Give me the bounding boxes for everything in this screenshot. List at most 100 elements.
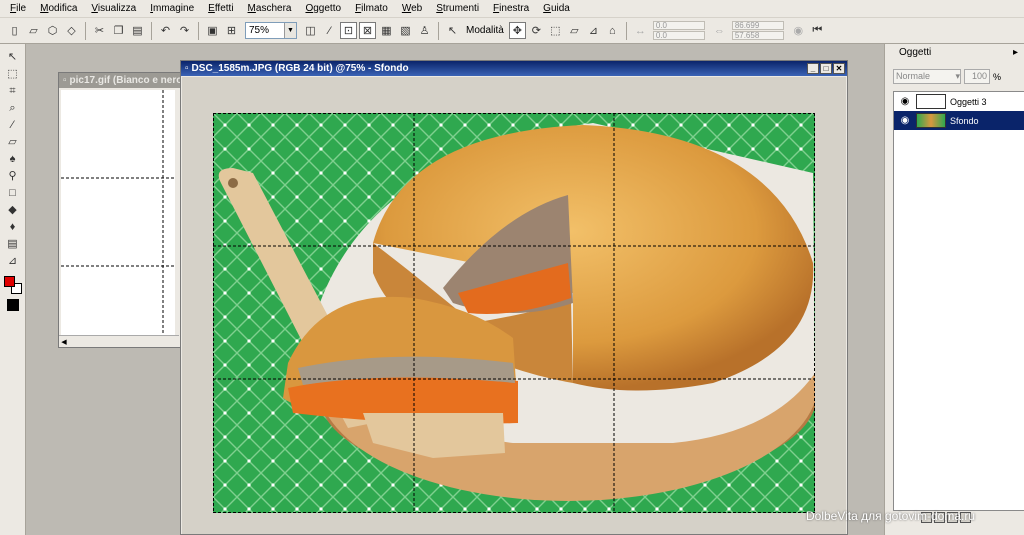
layer-list: ◉ Oggetti 3 ◉ Sfondo: [893, 91, 1024, 511]
size-icon: ⇔: [713, 24, 725, 37]
window-title: pic17.gif (Bianco e nero: [69, 75, 181, 86]
menu-web[interactable]: Web: [396, 0, 430, 18]
panel-menu-icon[interactable]: ▸: [1013, 47, 1018, 58]
eye-icon[interactable]: ◉: [894, 115, 916, 126]
chevron-down-icon[interactable]: ▼: [284, 23, 296, 38]
rect-select-icon[interactable]: ⬚: [4, 67, 22, 82]
shape-icon[interactable]: □: [4, 186, 22, 201]
height-field[interactable]: 57.658: [731, 31, 784, 40]
menu-modifica[interactable]: Modifica: [34, 0, 85, 18]
x-position-field[interactable]: 0.0: [652, 21, 705, 30]
window-title-bar[interactable]: ▫ DSC_1585m.JPG (RGB 24 bit) @75% - Sfon…: [181, 61, 847, 76]
mask-off-icon[interactable]: ▧: [397, 22, 414, 39]
minimize-icon[interactable]: _: [807, 63, 819, 74]
selection-mode-icon[interactable]: ⊠: [359, 22, 376, 39]
zoom-value: 75%: [249, 25, 270, 36]
menu-finestra[interactable]: Finestra: [487, 0, 537, 18]
open-image-icon[interactable]: ⬡: [44, 22, 61, 39]
zoom-select[interactable]: 75% ▼: [245, 22, 297, 39]
copy-icon[interactable]: ❐: [110, 22, 127, 39]
document-icon: ▫: [185, 63, 189, 74]
pick-arrow-icon[interactable]: ↖: [4, 50, 22, 65]
pic17-canvas[interactable]: [61, 90, 175, 337]
horizontal-scrollbar[interactable]: ◀: [59, 335, 179, 347]
window-buttons: _ □ ✕: [807, 63, 847, 74]
width-field[interactable]: 86.699: [731, 21, 784, 30]
layer-thumbnail: [916, 94, 946, 109]
scroll-left-icon[interactable]: ◀: [59, 338, 69, 346]
toolbar-separator: [151, 21, 152, 40]
redo-icon[interactable]: ↷: [176, 22, 193, 39]
standard-toolbar: ▯ ▱ ⬡ ◇ ✂ ❐ ▤ ↶ ↷ ▣ ⊞ 75% ▼ ◫ ⁄ ⊡ ⊠ ▦ ▧ …: [0, 18, 1024, 44]
mode-label: Modalità: [466, 25, 504, 36]
reset-icon[interactable]: ⏮: [809, 22, 826, 39]
paste-icon[interactable]: ▤: [129, 22, 146, 39]
select-object-icon[interactable]: ⊡: [340, 22, 357, 39]
eye-icon[interactable]: ◉: [894, 96, 916, 107]
maximize-icon[interactable]: □: [820, 63, 832, 74]
menu-guida[interactable]: Guida: [537, 0, 578, 18]
view-icon[interactable]: ◫: [302, 22, 319, 39]
document-window-pic17[interactable]: ▫ pic17.gif (Bianco e nero ◀: [58, 72, 182, 348]
open-file-icon[interactable]: ▱: [25, 22, 42, 39]
layer-row-oggetti-3[interactable]: ◉ Oggetti 3: [894, 92, 1024, 111]
zoom-icon[interactable]: ⌕: [4, 101, 22, 116]
layer-row-sfondo[interactable]: ◉ Sfondo: [894, 111, 1024, 130]
default-colors-icon[interactable]: [6, 299, 19, 311]
close-icon[interactable]: ✕: [833, 63, 845, 74]
pick-tool-icon[interactable]: ↖: [444, 22, 461, 39]
menu-strumenti[interactable]: Strumenti: [430, 0, 487, 18]
perspective-mode-icon[interactable]: ⌂: [604, 22, 621, 39]
menu-filmato[interactable]: Filmato: [349, 0, 396, 18]
save-icon[interactable]: ◇: [63, 22, 80, 39]
smudge-icon[interactable]: ♦: [4, 220, 22, 235]
y-position-field[interactable]: 0.0: [652, 31, 705, 40]
foreground-color-swatch[interactable]: [3, 276, 15, 287]
crop-icon[interactable]: ⌗: [4, 84, 22, 99]
document-window-dsc1585m[interactable]: ▫ DSC_1585m.JPG (RGB 24 bit) @75% - Sfon…: [180, 60, 848, 535]
watermark-text: DolbeVita для gotovim-doma.ru: [806, 509, 976, 523]
resize-mode-icon[interactable]: ⬚: [547, 22, 564, 39]
paint-icon[interactable]: ♠: [4, 152, 22, 167]
stamp-icon[interactable]: ♙: [416, 22, 433, 39]
undo-icon[interactable]: ↶: [157, 22, 174, 39]
color-swatches[interactable]: [3, 275, 23, 295]
fill-icon[interactable]: ◆: [4, 203, 22, 218]
panel-header[interactable]: Oggetti ▸: [885, 44, 1024, 61]
menu-effetti[interactable]: Effetti: [202, 0, 241, 18]
object-icon[interactable]: ▤: [4, 237, 22, 252]
chevron-down-icon[interactable]: ▾: [955, 70, 960, 83]
image-size-icon[interactable]: ▣: [204, 22, 221, 39]
mask-icon[interactable]: ▦: [378, 22, 395, 39]
rotate-mode-icon[interactable]: ⟳: [528, 22, 545, 39]
cut-icon[interactable]: ✂: [91, 22, 108, 39]
position-fields: 0.0 0.0: [652, 21, 705, 40]
menu-maschera[interactable]: Maschera: [242, 0, 300, 18]
move-mode-icon[interactable]: ✥: [508, 22, 526, 39]
toolbar-separator: [85, 21, 86, 40]
apply-icon[interactable]: ◉: [790, 22, 807, 39]
menu-visualizza[interactable]: Visualizza: [85, 0, 144, 18]
blend-mode-select[interactable]: Normale ▾: [893, 69, 961, 84]
photo-pie-on-board[interactable]: [213, 113, 815, 513]
layer-name: Sfondo: [950, 115, 979, 126]
menu-bar: File Modifica Visualizza Immagine Effett…: [0, 0, 1024, 18]
panel-title: Oggetti: [899, 47, 932, 58]
window-title-bar[interactable]: ▫ pic17.gif (Bianco e nero: [59, 73, 181, 88]
skew-mode-icon[interactable]: ▱: [566, 22, 583, 39]
clone-icon[interactable]: ⚲: [4, 169, 22, 184]
opacity-field[interactable]: 100: [964, 69, 990, 84]
eraser-icon[interactable]: ▱: [4, 135, 22, 150]
text-path-icon[interactable]: ⊿: [4, 254, 22, 269]
blend-mode-value: Normale: [896, 71, 931, 81]
menu-oggetto[interactable]: Oggetto: [299, 0, 349, 18]
menu-immagine[interactable]: Immagine: [144, 0, 202, 18]
brush-options-icon[interactable]: ⁄: [321, 22, 338, 39]
eyedropper-icon[interactable]: ⁄: [4, 118, 22, 133]
image-workspace[interactable]: [182, 77, 846, 534]
distort-mode-icon[interactable]: ⊿: [585, 22, 602, 39]
crop-canvas-icon[interactable]: ⊞: [223, 22, 240, 39]
menu-file[interactable]: File: [4, 0, 34, 18]
layer-thumbnail: [916, 113, 946, 128]
new-file-icon[interactable]: ▯: [6, 22, 23, 39]
